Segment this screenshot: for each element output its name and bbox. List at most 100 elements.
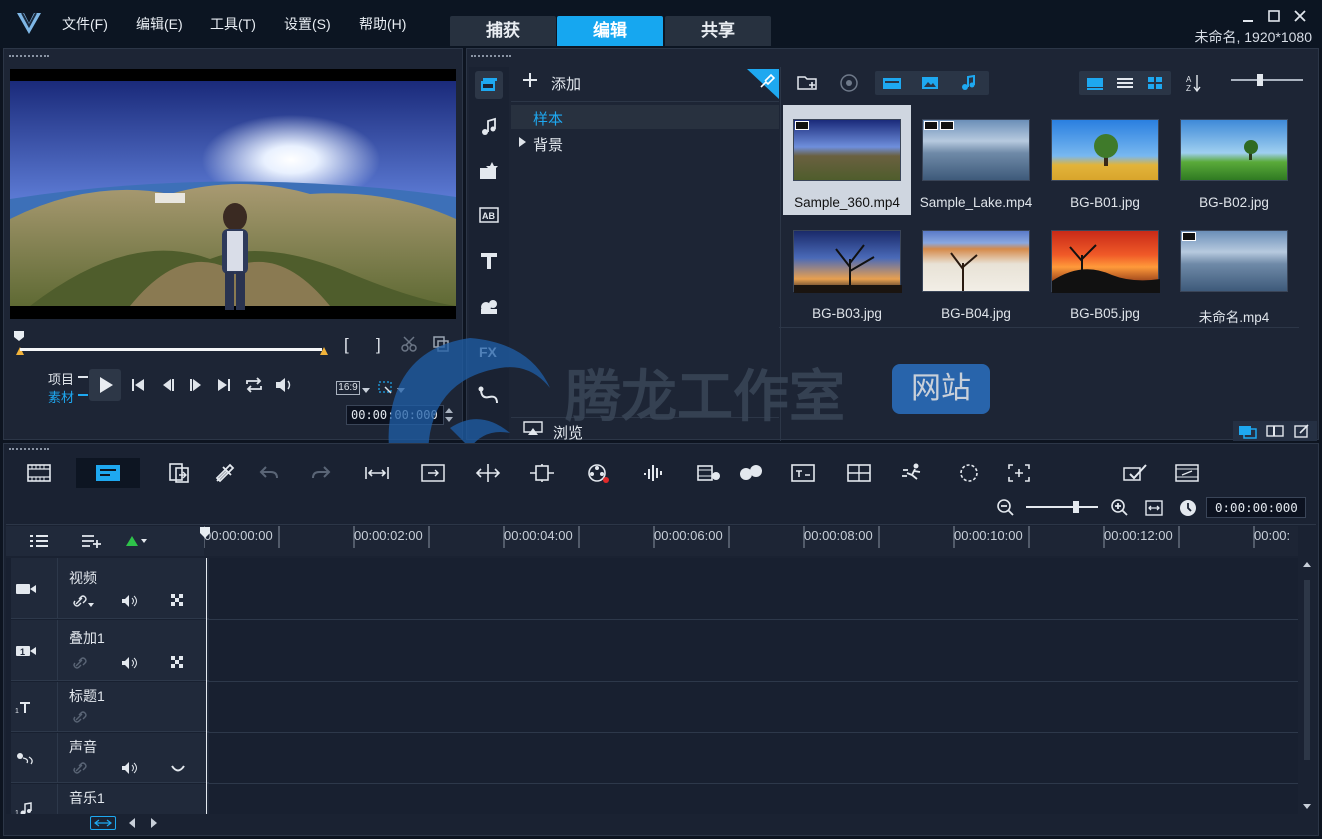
media-item[interactable]: BG-B05.jpg [1041, 216, 1169, 326]
media-category-icon[interactable] [475, 71, 503, 99]
filter-fx-icon[interactable]: FX [475, 337, 503, 365]
panel-grip[interactable] [471, 55, 511, 58]
menu-help[interactable]: 帮助(H) [359, 14, 406, 34]
layout-icon[interactable] [1265, 423, 1285, 439]
auto-music-icon[interactable] [696, 462, 722, 484]
graphics-icon[interactable] [475, 292, 503, 320]
close-button[interactable] [1290, 6, 1310, 26]
folder-item-backgrounds[interactable]: 背景 [511, 131, 779, 155]
track-header-video[interactable]: 视频 [11, 558, 209, 619]
repeat-icon[interactable] [244, 376, 264, 394]
media-item[interactable]: Sample_360.mp4 [783, 105, 911, 215]
options-panel-icon[interactable] [1237, 423, 1259, 439]
ripple-link-icon[interactable] [73, 710, 91, 724]
tab-capture[interactable]: 捕获 [450, 16, 556, 46]
time-remapping-icon[interactable] [900, 462, 928, 484]
track-transparency-icon[interactable] [171, 656, 185, 670]
ripple-link-icon[interactable] [73, 656, 91, 670]
aspect-ratio-button[interactable]: 16:9 [336, 381, 360, 395]
tab-share[interactable]: 共享 [665, 16, 771, 46]
end-button[interactable] [216, 377, 232, 393]
mark-out-button[interactable]: ] [376, 335, 381, 355]
next-frame-button[interactable] [188, 377, 204, 393]
player-timecode[interactable]: 00:00:00:000 [346, 405, 444, 425]
zoom-in-icon[interactable] [1110, 498, 1130, 518]
enable-disable-icon[interactable] [1122, 462, 1148, 484]
tab-edit[interactable]: 编辑 [557, 16, 663, 46]
ripple-link-icon[interactable] [73, 761, 91, 775]
folder-item-samples[interactable]: 样本 [511, 105, 779, 129]
subtitle-editor-icon[interactable] [790, 462, 816, 484]
browse-button[interactable]: 浏览 [553, 422, 583, 443]
thumbnail-size-slider[interactable] [1231, 79, 1303, 81]
media-item[interactable]: 未命名.mp4 [1170, 216, 1298, 326]
sound-mixer-icon[interactable] [642, 462, 666, 484]
thumbnail-view-icon[interactable] [1085, 75, 1105, 91]
motion-tracking-icon[interactable] [738, 462, 764, 484]
mark-in-button[interactable]: [ [344, 335, 349, 355]
time-ruler[interactable]: 00:00:00:00 00:00:02:00 00:00:04:00 00:0… [204, 526, 1298, 556]
media-item[interactable]: BG-B04.jpg [912, 216, 1040, 326]
add-folder-icon[interactable] [523, 73, 537, 87]
expand-arrow-icon[interactable] [519, 137, 527, 147]
copy-frame-icon[interactable] [432, 335, 450, 353]
instant-project-icon[interactable] [475, 157, 503, 185]
track-header-voice[interactable]: 声音 [11, 733, 209, 783]
minimize-button[interactable] [1238, 6, 1258, 26]
zoom-slider[interactable] [1026, 506, 1098, 508]
fit-timeline-icon[interactable] [1144, 498, 1164, 518]
menu-edit[interactable]: 编辑(E) [136, 14, 183, 34]
multi-trim-icon[interactable] [846, 462, 872, 484]
media-item[interactable]: BG-B01.jpg [1041, 105, 1169, 215]
panel-grip[interactable] [9, 448, 49, 451]
menu-tools[interactable]: 工具(T) [210, 14, 256, 34]
browse-icon[interactable] [523, 421, 543, 437]
scrub-bar[interactable] [16, 345, 328, 357]
chevron-down-icon[interactable] [362, 388, 370, 394]
track-volume-icon[interactable] [121, 656, 139, 670]
path-motion-icon[interactable] [475, 381, 503, 409]
filter-photo-icon[interactable] [919, 75, 943, 91]
undo-icon[interactable] [258, 464, 280, 482]
crop-mode-icon[interactable] [376, 379, 396, 397]
filter-video-icon[interactable] [881, 75, 905, 91]
timecode-stepper[interactable] [444, 405, 454, 425]
pan-zoom-icon[interactable] [1006, 462, 1032, 484]
clip-mode-label[interactable]: 素材 [48, 387, 74, 406]
track-volume-icon[interactable] [121, 761, 139, 775]
ripple-edit-icon[interactable] [364, 464, 390, 482]
tools-icon[interactable] [214, 462, 236, 484]
timeline-timecode[interactable]: 0:00:00:000 [1206, 497, 1306, 518]
menu-file[interactable]: 文件(F) [62, 14, 108, 34]
media-item[interactable]: BG-B03.jpg [783, 216, 911, 326]
track-transparency-icon[interactable] [171, 594, 185, 608]
clip-attributes-icon[interactable] [168, 462, 190, 484]
track-header-title[interactable]: 1 标题1 [11, 682, 209, 732]
title-text-icon[interactable] [475, 247, 503, 275]
grid-view-icon[interactable] [1145, 75, 1165, 91]
track-manager-icon[interactable] [28, 532, 50, 550]
add-track-icon[interactable] [90, 816, 116, 830]
volume-icon[interactable] [274, 376, 294, 394]
scroll-left-icon[interactable] [128, 818, 136, 828]
chevron-down-icon[interactable] [397, 388, 405, 394]
split-icon[interactable] [474, 462, 502, 484]
chapter-cue-icon[interactable] [80, 532, 102, 550]
fit-project-icon[interactable] [420, 462, 446, 484]
import-media-icon[interactable] [797, 73, 819, 91]
audio-category-icon[interactable] [475, 113, 503, 141]
scissors-icon[interactable] [400, 335, 418, 353]
menu-settings[interactable]: 设置(S) [284, 14, 331, 34]
storyboard-view-icon[interactable] [26, 462, 52, 484]
edit-icon[interactable] [1293, 423, 1311, 439]
add-folder-button[interactable]: 添加 [551, 73, 581, 94]
previous-frame-button[interactable] [160, 377, 176, 393]
trim-icon[interactable] [528, 462, 556, 484]
pin-icon[interactable] [747, 69, 779, 99]
clock-icon[interactable] [1178, 498, 1198, 518]
record-capture-icon[interactable] [586, 462, 612, 484]
media-item[interactable]: Sample_Lake.mp4 [912, 105, 1040, 215]
list-view-icon[interactable] [1115, 75, 1135, 91]
smart-proxy-icon[interactable] [1174, 462, 1200, 484]
add-marker-icon[interactable] [124, 534, 148, 548]
